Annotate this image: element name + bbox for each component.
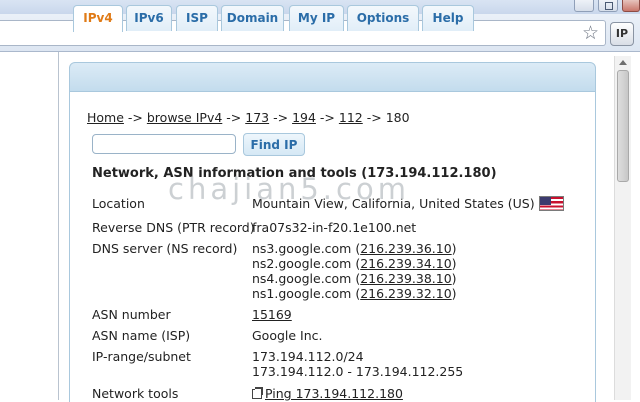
rdns-label: Reverse DNS (PTR record) (92, 220, 255, 235)
breadcrumb: Home -> browse IPv4 -> 173 -> 194 -> 112… (87, 110, 410, 125)
tab-help[interactable]: Help (422, 5, 474, 31)
breadcrumb-separator: -> (273, 110, 289, 125)
scroll-up-arrow-icon[interactable] (619, 60, 627, 65)
asn-value: 15169 (252, 307, 292, 322)
ip-range-span: 173.194.112.0 - 173.194.112.255 (252, 364, 464, 379)
asn-label: ASN number (92, 307, 171, 322)
dns-label: DNS server (NS record) (92, 241, 238, 256)
ip-range-label: IP-range/subnet (92, 349, 191, 364)
dns-ip-link[interactable]: 216.239.32.10 (360, 286, 451, 301)
maximize-button[interactable] (598, 0, 618, 12)
watermark: chajian5.com (168, 172, 410, 206)
dns-server-row: ns4.google.com (216.239.38.10) (252, 271, 457, 286)
breadcrumb-browse-link[interactable]: browse IPv4 (147, 110, 222, 125)
scroll-thumb[interactable] (617, 70, 629, 182)
ip-search-input[interactable] (92, 134, 236, 154)
tab-ipv6[interactable]: IPv6 (126, 5, 172, 31)
dns-server-row: ns2.google.com (216.239.34.10) (252, 256, 457, 271)
dns-ip-link[interactable]: 216.239.34.10 (360, 256, 451, 271)
dns-server-row: ns3.google.com (216.239.36.10) (252, 241, 457, 256)
breadcrumb-octet-2-link[interactable]: 194 (292, 110, 316, 125)
popup-scrollbar[interactable] (614, 56, 631, 400)
breadcrumb-separator: -> (226, 110, 242, 125)
dns-server-row: ns1.google.com (216.239.32.10) (252, 286, 457, 301)
external-link-icon (252, 387, 263, 399)
dns-ip-link[interactable]: 216.239.36.10 (360, 241, 451, 256)
breadcrumb-home-link[interactable]: Home (87, 110, 124, 125)
breadcrumb-current: 180 (385, 110, 410, 125)
location-label: Location (92, 196, 145, 211)
breadcrumb-octet-3-link[interactable]: 112 (339, 110, 363, 125)
ip-extension-button[interactable]: IP (610, 22, 634, 46)
breadcrumb-separator: -> (366, 110, 382, 125)
asn-name-label: ASN name (ISP) (92, 328, 191, 343)
network-tools-label: Network tools (92, 386, 179, 401)
tab-domain[interactable]: Domain (221, 5, 284, 31)
tab-ipv4[interactable]: IPv4 (73, 5, 123, 32)
ping-link[interactable]: Ping 173.194.112.180 (265, 386, 403, 401)
close-button[interactable] (622, 0, 640, 12)
breadcrumb-octet-1-link[interactable]: 173 (245, 110, 269, 125)
ip-range-cidr: 173.194.112.0/24 (252, 349, 364, 364)
rdns-value: fra07s32-in-f20.1e100.net (252, 220, 417, 235)
tab-isp[interactable]: ISP (176, 5, 218, 31)
breadcrumb-separator: -> (319, 110, 335, 125)
ip-extension-icon: IP (615, 27, 629, 40)
us-flag-icon (538, 196, 564, 211)
tab-my-ip[interactable]: My IP (289, 5, 344, 31)
tab-bar (69, 62, 596, 92)
tab-options[interactable]: Options (347, 5, 419, 31)
asn-name-value: Google Inc. (252, 328, 323, 343)
asn-link[interactable]: 15169 (252, 307, 292, 322)
breadcrumb-separator: -> (127, 110, 143, 125)
dns-ip-link[interactable]: 216.239.38.10 (360, 271, 451, 286)
network-tools-value: Ping 173.194.112.180 (252, 386, 403, 401)
minimize-button[interactable] (574, 0, 594, 12)
star-icon[interactable]: ☆ (582, 23, 599, 43)
find-ip-button[interactable]: Find IP (243, 133, 305, 156)
